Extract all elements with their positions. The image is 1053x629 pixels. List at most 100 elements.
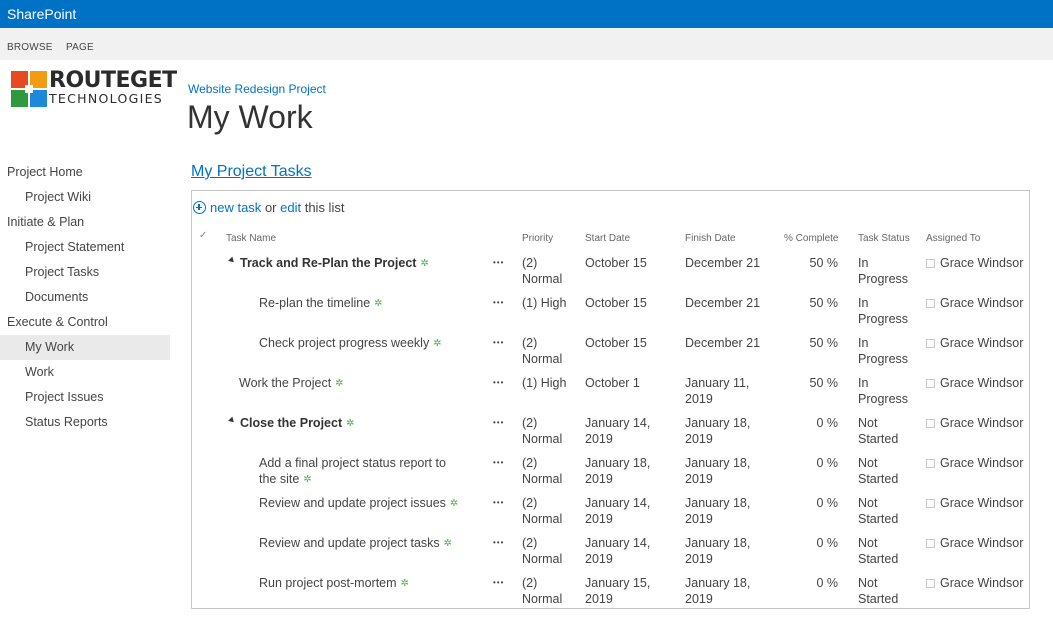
assigned-to-cell[interactable]: Grace Windsor bbox=[926, 575, 1023, 591]
presence-indicator-icon bbox=[926, 259, 935, 268]
item-menu-ellipsis-icon[interactable]: ••• bbox=[493, 458, 504, 467]
task-name-text[interactable]: Track and Re-Plan the Project bbox=[240, 256, 416, 270]
new-item-icon: ✲ bbox=[303, 474, 312, 485]
assigned-to-cell[interactable]: Grace Windsor bbox=[926, 455, 1023, 471]
breadcrumb-site-link[interactable]: Website Redesign Project bbox=[188, 82, 326, 96]
assignee-name[interactable]: Grace Windsor bbox=[940, 256, 1023, 270]
assigned-to-cell[interactable]: Grace Windsor bbox=[926, 335, 1023, 351]
percent-complete-cell: 50 % bbox=[809, 336, 839, 350]
new-item-icon: ✲ bbox=[420, 258, 429, 269]
new-item-icon: ✲ bbox=[400, 578, 409, 589]
percent-complete-cell: 0 % bbox=[816, 456, 838, 470]
assigned-to-cell[interactable]: Grace Windsor bbox=[926, 535, 1023, 551]
task-name-link[interactable]: Review and update project issues ✲ bbox=[259, 495, 464, 512]
task-name-text[interactable]: Re-plan the timeline bbox=[259, 296, 370, 310]
assignee-name[interactable]: Grace Windsor bbox=[940, 376, 1023, 390]
column-header-finish-date[interactable]: Finish Date bbox=[685, 233, 736, 244]
table-row[interactable]: Work the Project ✲ ••• (1) High October 1 Jan… bbox=[0, 375, 1053, 415]
finish-date-cell: January 18, 2019 bbox=[685, 576, 751, 606]
task-name-link[interactable]: Add a final project status report to the… bbox=[259, 455, 464, 488]
task-name-link[interactable]: Work the Project ✲ bbox=[239, 375, 489, 392]
item-menu-ellipsis-icon[interactable]: ••• bbox=[493, 578, 504, 587]
finish-date-cell: December 21 bbox=[685, 256, 761, 270]
finish-date-cell: January 18, 2019 bbox=[685, 456, 751, 486]
priority-cell: (2) Normal bbox=[522, 576, 563, 606]
add-circle-icon[interactable] bbox=[193, 201, 206, 214]
item-menu-ellipsis-icon[interactable]: ••• bbox=[493, 378, 504, 387]
assignee-name[interactable]: Grace Windsor bbox=[940, 456, 1023, 470]
assignee-name[interactable]: Grace Windsor bbox=[940, 536, 1023, 550]
collapse-triangle-icon[interactable] bbox=[228, 416, 236, 425]
task-name-link[interactable]: Track and Re-Plan the Project ✲ bbox=[240, 255, 490, 272]
column-header-percent-complete[interactable]: % Complete bbox=[784, 233, 838, 244]
task-name-text[interactable]: Review and update project tasks bbox=[259, 536, 440, 550]
presence-indicator-icon bbox=[926, 379, 935, 388]
item-menu-ellipsis-icon[interactable]: ••• bbox=[493, 338, 504, 347]
task-name-link[interactable]: Re-plan the timeline ✲ bbox=[259, 295, 464, 312]
new-item-icon: ✲ bbox=[443, 538, 453, 549]
finish-date-cell: December 21 bbox=[685, 336, 761, 350]
task-name-text[interactable]: Check project progress weekly bbox=[259, 336, 429, 350]
column-header-task-status[interactable]: Task Status bbox=[858, 233, 910, 244]
suite-bar: SharePoint bbox=[0, 0, 1053, 28]
presence-indicator-icon bbox=[926, 499, 935, 508]
priority-cell: (1) High bbox=[522, 376, 567, 390]
column-header-start-date[interactable]: Start Date bbox=[585, 233, 630, 244]
task-name-text[interactable]: Review and update project issues bbox=[259, 496, 446, 510]
task-name-text[interactable]: Add a final project status report to the… bbox=[259, 456, 446, 486]
task-name-link[interactable]: Close the Project ✲ bbox=[240, 415, 490, 432]
task-name-link[interactable]: Run project post-mortem ✲ bbox=[259, 575, 464, 592]
table-row[interactable]: Check project progress weekly ✲ ••• (2) Nor… bbox=[0, 335, 1053, 375]
item-menu-ellipsis-icon[interactable]: ••• bbox=[493, 498, 504, 507]
tab-page[interactable]: PAGE bbox=[66, 42, 94, 53]
table-row[interactable]: Re-plan the timeline ✲ ••• (1) High October … bbox=[0, 295, 1053, 335]
assigned-to-cell[interactable]: Grace Windsor bbox=[926, 495, 1023, 511]
assigned-to-cell[interactable]: Grace Windsor bbox=[926, 415, 1023, 431]
percent-complete-cell: 50 % bbox=[809, 256, 839, 270]
site-logo[interactable]: ROUTEGET TECHNOLOGIES bbox=[11, 68, 177, 111]
assigned-to-cell[interactable]: Grace Windsor bbox=[926, 255, 1023, 271]
task-name-text[interactable]: Run project post-mortem bbox=[259, 576, 397, 590]
assigned-to-cell[interactable]: Grace Windsor bbox=[926, 295, 1023, 311]
nav-item-project-wiki[interactable]: Project Wiki bbox=[0, 185, 170, 210]
item-menu-ellipsis-icon[interactable]: ••• bbox=[493, 538, 504, 547]
table-row[interactable]: Review and update project tasks ✲ ••• (2) N… bbox=[0, 535, 1053, 575]
presence-indicator-icon bbox=[926, 339, 935, 348]
table-row[interactable]: Track and Re-Plan the Project ✲ ••• (2) Nor… bbox=[0, 255, 1053, 295]
priority-cell: (1) High bbox=[522, 296, 567, 310]
percent-complete-cell: 0 % bbox=[816, 496, 838, 510]
table-row[interactable]: Close the Project ✲ ••• (2) Normal January 1… bbox=[0, 415, 1053, 455]
nav-item-project-home[interactable]: Project Home bbox=[0, 160, 170, 185]
or-text: or bbox=[264, 200, 277, 215]
assignee-name[interactable]: Grace Windsor bbox=[940, 296, 1023, 310]
percent-complete-cell: 0 % bbox=[816, 536, 838, 550]
item-menu-ellipsis-icon[interactable]: ••• bbox=[493, 298, 504, 307]
task-name-text[interactable]: Work the Project bbox=[239, 376, 331, 390]
collapse-triangle-icon[interactable] bbox=[228, 256, 236, 265]
assignee-name[interactable]: Grace Windsor bbox=[940, 416, 1023, 430]
assignee-name[interactable]: Grace Windsor bbox=[940, 336, 1023, 350]
assignee-name[interactable]: Grace Windsor bbox=[940, 496, 1023, 510]
assigned-to-cell[interactable]: Grace Windsor bbox=[926, 375, 1023, 391]
table-row[interactable]: Run project post-mortem ✲ ••• (2) Normal Jan… bbox=[0, 575, 1053, 615]
webpart-title-link[interactable]: My Project Tasks bbox=[191, 163, 312, 181]
sharepoint-brand-link[interactable]: SharePoint bbox=[7, 6, 76, 22]
column-header-priority[interactable]: Priority bbox=[522, 233, 553, 244]
select-all-checkmark-icon[interactable]: ✓ bbox=[199, 230, 207, 241]
assignee-name[interactable]: Grace Windsor bbox=[940, 576, 1023, 590]
edit-list-link[interactable]: edit bbox=[280, 200, 301, 215]
start-date-cell: January 15, 2019 bbox=[585, 576, 651, 606]
item-menu-ellipsis-icon[interactable]: ••• bbox=[493, 418, 504, 427]
task-name-link[interactable]: Check project progress weekly ✲ bbox=[259, 335, 464, 352]
column-header-assigned-to[interactable]: Assigned To bbox=[926, 233, 980, 244]
tab-browse[interactable]: BROWSE bbox=[7, 42, 53, 53]
task-name-text[interactable]: Close the Project bbox=[240, 416, 342, 430]
item-menu-ellipsis-icon[interactable]: ••• bbox=[493, 258, 504, 267]
task-name-link[interactable]: Review and update project tasks ✲ bbox=[259, 535, 464, 552]
new-item-icon: ✲ bbox=[374, 298, 383, 309]
column-header-task-name[interactable]: Task Name bbox=[226, 233, 276, 244]
nav-item-initiate-plan[interactable]: Initiate & Plan bbox=[0, 210, 170, 235]
new-task-link[interactable]: new task bbox=[210, 200, 261, 215]
table-row[interactable]: Add a final project status report to the… bbox=[0, 455, 1053, 495]
table-row[interactable]: Review and update project issues ✲ ••• (2) … bbox=[0, 495, 1053, 535]
